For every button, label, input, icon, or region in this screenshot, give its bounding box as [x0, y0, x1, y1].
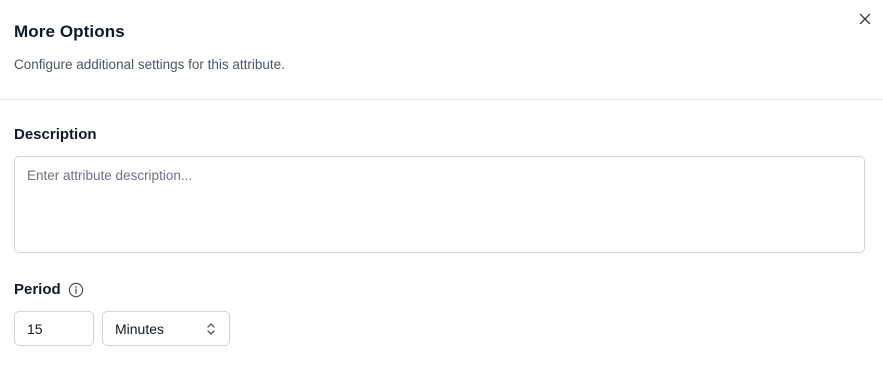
dialog-subtitle: Configure additional settings for this a… [14, 57, 285, 72]
more-options-dialog: More Options Configure additional settin… [0, 0, 883, 371]
chevron-up-down-icon [205, 321, 217, 337]
period-amount-input[interactable] [14, 311, 94, 346]
description-textarea[interactable] [14, 156, 865, 253]
description-label: Description [14, 126, 97, 143]
info-icon[interactable] [68, 282, 84, 298]
dialog-header: More Options Configure additional settin… [0, 0, 883, 100]
period-unit-select[interactable]: Minutes [102, 311, 230, 346]
period-unit-value: Minutes [115, 320, 165, 337]
close-icon [859, 13, 871, 25]
period-label: Period [14, 281, 61, 298]
dialog-title: More Options [14, 22, 125, 41]
close-button[interactable] [855, 9, 875, 29]
